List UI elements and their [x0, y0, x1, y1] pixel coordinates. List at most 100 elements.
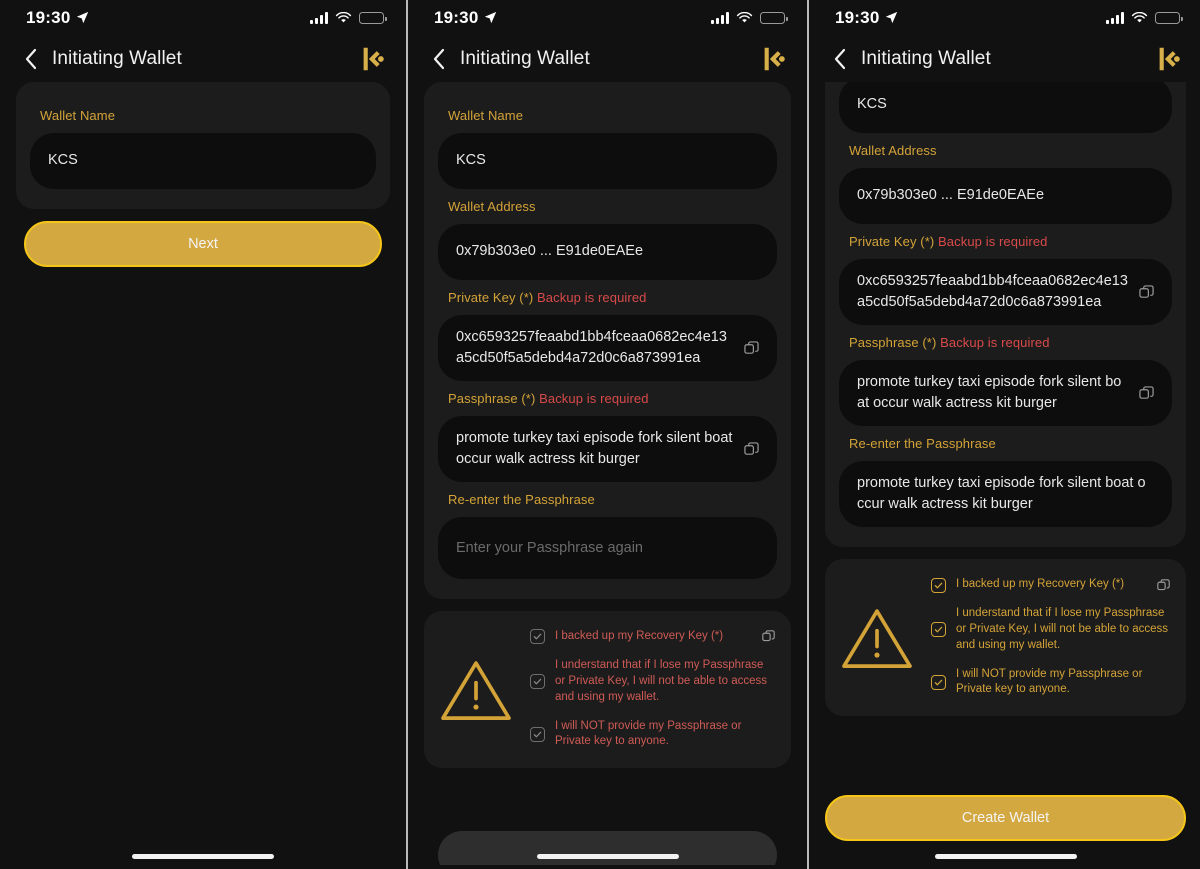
battery-icon — [359, 12, 387, 24]
copy-icon[interactable] — [762, 630, 775, 643]
scroll-area[interactable]: Wallet Name KCS Wallet Address 0x79b303e… — [809, 82, 1200, 783]
private-key-value: 0xc6593257feaabd1bb4fceaa0682ec4e13a5cd5… — [456, 329, 727, 367]
checkbox-never-share-keys[interactable] — [931, 674, 946, 690]
status-bar: 19:30 — [809, 0, 1200, 36]
home-indicator — [132, 854, 274, 859]
copy-icon[interactable] — [744, 340, 759, 356]
private-key-label: Private Key (*) Backup is required — [448, 290, 777, 305]
nav-bar: Initiating Wallet — [408, 36, 807, 82]
copy-icon[interactable] — [1139, 284, 1154, 300]
wallet-name-label: Wallet Name — [448, 108, 524, 123]
wallet-name-value: KCS — [857, 96, 887, 113]
passphrase-value: promote turkey taxi episode fork silent … — [456, 430, 733, 468]
consent-item[interactable]: I understand that if I lose my Passphras… — [530, 658, 775, 706]
passphrase-value: promote turkey taxi episode fork silent … — [857, 374, 1122, 412]
reenter-passphrase-value: promote turkey taxi episode fork silent … — [857, 475, 1146, 513]
status-bar: 19:30 — [408, 0, 807, 36]
home-indicator — [536, 854, 679, 859]
passphrase-label: Passphrase (*) Backup is required — [849, 335, 1172, 350]
chevron-left-icon[interactable] — [24, 48, 38, 70]
wallet-details-card: Wallet Name KCS Wallet Address 0x79b303e… — [825, 82, 1186, 548]
private-key-label-text: Private Key (*) — [448, 290, 534, 305]
wallet-name-input[interactable]: KCS — [438, 133, 777, 189]
passphrase-label-text: Passphrase (*) — [849, 335, 937, 351]
copy-icon[interactable] — [1157, 578, 1170, 592]
status-bar-right — [711, 12, 788, 24]
consent-item[interactable]: I will NOT provide my Passphrase or Priv… — [530, 719, 775, 751]
status-time: 19:30 — [434, 8, 479, 27]
screen-wallet-name-step: 19:30 Initiating Wallet Wallet Name KCS … — [0, 0, 406, 869]
create-wallet-button[interactable]: Create Wallet — [825, 795, 1186, 841]
reenter-passphrase-input[interactable]: Enter your Passphrase again — [438, 517, 777, 580]
nav-bar: Initiating Wallet — [809, 36, 1200, 82]
chevron-left-icon[interactable] — [833, 48, 847, 70]
consent-item-label: I understand that if I lose my Passphras… — [956, 606, 1168, 651]
consent-item-label: I understand that if I lose my Passphras… — [555, 658, 767, 703]
wallet-name-value: KCS — [456, 152, 486, 169]
form-body: Wallet Name KCS Wallet Address 0x79b303e… — [809, 82, 1200, 717]
status-bar: 19:30 — [0, 0, 406, 36]
home-indicator — [934, 854, 1077, 859]
consent-item[interactable]: I backed up my Recovery Key (*) — [530, 629, 775, 645]
consent-item[interactable]: I will NOT provide my Passphrase or Priv… — [931, 667, 1170, 699]
checkbox-backup-recovery-key[interactable] — [931, 577, 946, 593]
passphrase-input[interactable]: promote turkey taxi episode fork silent … — [839, 360, 1172, 427]
status-bar-right — [310, 12, 387, 24]
status-time: 19:30 — [26, 8, 71, 27]
chevron-left-icon[interactable] — [432, 48, 446, 70]
wallet-name-label: Wallet Name — [40, 108, 116, 123]
reenter-passphrase-input[interactable]: promote turkey taxi episode fork silent … — [839, 461, 1172, 528]
passphrase-backup-warning: Backup is required — [940, 335, 1050, 351]
passphrase-label-text: Passphrase (*) — [448, 391, 536, 407]
wallet-name-input[interactable]: KCS — [839, 82, 1172, 133]
screen-wallet-details-step: 19:30 Initiating Wallet Wallet Name KCS … — [408, 0, 807, 869]
wallet-address-input[interactable]: 0x79b303e0 ... E91de0EAEe — [438, 224, 777, 280]
copy-icon[interactable] — [1139, 385, 1154, 401]
private-key-label: Private Key (*) Backup is required — [849, 234, 1172, 249]
status-bar-left: 19:30 — [835, 8, 898, 28]
wallet-name-card: Wallet Name KCS — [16, 82, 390, 209]
cellular-signal-icon — [310, 12, 328, 24]
passphrase-input[interactable]: promote turkey taxi episode fork silent … — [438, 416, 777, 483]
private-key-backup-warning: Backup is required — [938, 234, 1048, 249]
kucoin-logo-icon — [363, 47, 384, 71]
checkbox-understand-loss-risk[interactable] — [931, 622, 946, 638]
wifi-icon — [736, 12, 753, 23]
three-screenshot-strip: 19:30 Initiating Wallet Wallet Name KCS … — [0, 0, 1200, 869]
scroll-area[interactable]: Wallet Name KCS Wallet Address 0x79b303e… — [408, 82, 807, 865]
private-key-input[interactable]: 0xc6593257feaabd1bb4fceaa0682ec4e13a5cd5… — [839, 259, 1172, 326]
page-title: Initiating Wallet — [460, 48, 590, 69]
checkbox-never-share-keys[interactable] — [530, 726, 545, 742]
passphrase-label: Passphrase (*) Backup is required — [448, 391, 777, 406]
status-bar-left: 19:30 — [434, 8, 497, 28]
consent-item-label: I will NOT provide my Passphrase or Priv… — [555, 719, 742, 748]
next-button[interactable]: Next — [24, 221, 382, 267]
private-key-input[interactable]: 0xc6593257feaabd1bb4fceaa0682ec4e13a5cd5… — [438, 315, 777, 382]
status-bar-left: 19:30 — [26, 8, 89, 28]
wallet-details-card: Wallet Name KCS Wallet Address 0x79b303e… — [424, 82, 791, 600]
create-wallet-button-label: Create Wallet — [961, 810, 1050, 826]
status-time: 19:30 — [835, 8, 880, 27]
checkbox-understand-loss-risk[interactable] — [530, 674, 545, 690]
create-wallet-button-partial[interactable] — [438, 831, 777, 865]
consent-item-label: I will NOT provide my Passphrase or Priv… — [956, 667, 1143, 696]
warning-triangle-icon — [842, 608, 912, 668]
consent-card: I backed up my Recovery Key (*) I unders… — [825, 559, 1186, 717]
wifi-icon — [335, 12, 352, 23]
private-key-label-text: Private Key (*) — [849, 234, 935, 249]
consent-item-label: I backed up my Recovery Key (*) — [555, 630, 724, 643]
consent-item[interactable]: I understand that if I lose my Passphras… — [931, 606, 1170, 654]
next-button-label: Next — [188, 236, 218, 252]
cellular-signal-icon — [1106, 12, 1124, 24]
copy-icon[interactable] — [744, 441, 759, 457]
checkbox-backup-recovery-key[interactable] — [530, 629, 545, 645]
consent-item[interactable]: I backed up my Recovery Key (*) — [931, 577, 1170, 593]
wallet-name-input[interactable]: KCS — [30, 133, 376, 189]
reenter-passphrase-placeholder: Enter your Passphrase again — [456, 539, 643, 556]
wallet-address-input[interactable]: 0x79b303e0 ... E91de0EAEe — [839, 168, 1172, 224]
private-key-backup-warning: Backup is required — [537, 290, 647, 305]
consent-card: I backed up my Recovery Key (*) I unders… — [424, 611, 791, 769]
warning-triangle-icon — [441, 660, 511, 720]
battery-icon — [1155, 12, 1183, 24]
consent-list: I backed up my Recovery Key (*) I unders… — [931, 577, 1170, 698]
